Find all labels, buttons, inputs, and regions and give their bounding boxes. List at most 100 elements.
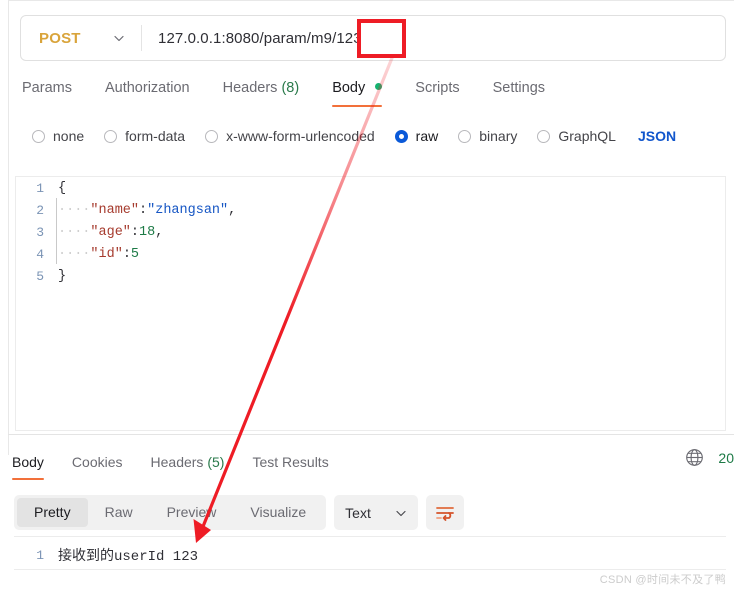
watermark: CSDN @时间未不及了鸭 xyxy=(599,574,726,586)
tab-body[interactable]: Body xyxy=(332,78,399,107)
code-text: ····"id":5 xyxy=(58,247,139,262)
response-tab-body[interactable]: Body xyxy=(12,452,44,480)
url-input[interactable]: 127.0.0.1:8080/param/m9/123 xyxy=(142,16,725,60)
view-mode-pretty[interactable]: Pretty xyxy=(17,498,88,527)
tab-body-active-underline xyxy=(332,105,383,107)
code-token: "id" xyxy=(90,246,123,262)
left-divider xyxy=(8,0,9,455)
line-number: 4 xyxy=(36,246,44,262)
chevron-down-icon xyxy=(396,510,406,516)
view-mode-preview[interactable]: Preview xyxy=(150,498,234,527)
response-view-toolbar: Pretty Raw Preview Visualize Text xyxy=(14,495,465,530)
code-line: 2 ····"name":"zhangsan", xyxy=(16,199,725,221)
response-tab-headers-count: (5) xyxy=(207,454,225,470)
response-tab-test-results[interactable]: Test Results xyxy=(252,452,328,472)
line-number: 5 xyxy=(36,268,44,284)
line-number: 1 xyxy=(36,180,44,196)
radio-raw[interactable]: raw xyxy=(394,128,438,144)
view-mode-visualize[interactable]: Visualize xyxy=(233,498,323,527)
tab-scripts[interactable]: Scripts xyxy=(415,78,476,98)
code-text: ····"name":"zhangsan", xyxy=(58,203,236,218)
tab-headers-label: Headers xyxy=(222,80,278,96)
view-mode-raw[interactable]: Raw xyxy=(88,498,150,527)
code-token: : xyxy=(139,202,148,218)
code-token: , xyxy=(155,224,164,240)
code-indent-dots: ···· xyxy=(58,246,91,262)
tab-authorization[interactable]: Authorization xyxy=(105,78,207,98)
response-bottom-divider xyxy=(14,569,726,570)
code-text: } xyxy=(58,269,66,284)
code-token: } xyxy=(58,268,67,284)
tab-settings-label: Settings xyxy=(492,80,546,96)
code-line: 1 { xyxy=(16,177,725,199)
radio-none[interactable]: none xyxy=(32,128,84,144)
code-line: 5 } xyxy=(16,265,725,287)
radio-form-data[interactable]: form-data xyxy=(104,128,185,144)
code-line: 3 ····"age":18, xyxy=(16,221,725,243)
response-line: 1 接收到的userId 123 xyxy=(14,537,726,568)
code-token: 5 xyxy=(130,246,140,262)
http-method-select[interactable]: POST xyxy=(21,16,141,60)
tab-body-label: Body xyxy=(332,80,366,96)
radio-x-www-form-urlencoded[interactable]: x-www-form-urlencoded xyxy=(205,128,375,144)
radio-none-label: none xyxy=(53,128,85,144)
tab-headers[interactable]: Headers (8) xyxy=(223,78,317,98)
response-tab-body-active-underline xyxy=(12,478,44,480)
tab-headers-count: (8) xyxy=(281,80,300,96)
request-tabs: Params Authorization Headers (8) Body Sc… xyxy=(20,78,578,114)
response-divider xyxy=(8,434,734,435)
response-format-select[interactable]: Text xyxy=(334,495,419,530)
chevron-down-icon xyxy=(114,35,124,42)
code-token: "age" xyxy=(90,224,131,240)
url-text-prefix: 127.0.0.1:8080/param/m9/ xyxy=(158,29,337,47)
response-tab-test-results-label: Test Results xyxy=(252,454,329,470)
code-token: , xyxy=(228,202,237,218)
response-body-viewer[interactable]: 1 接收到的userId 123 xyxy=(14,536,726,570)
code-token: : xyxy=(122,246,131,262)
url-text-highlight: 123 xyxy=(336,29,362,47)
response-status-area: 20 xyxy=(685,448,734,467)
code-indent-dots: ···· xyxy=(58,202,91,218)
view-mode-segmented-control: Pretty Raw Preview Visualize xyxy=(14,495,327,530)
response-tab-cookies-label: Cookies xyxy=(71,454,123,470)
radio-graphql[interactable]: GraphQL xyxy=(537,128,616,144)
radio-binary-mark xyxy=(458,129,472,143)
response-format-label: Text xyxy=(345,504,371,521)
tab-scripts-label: Scripts xyxy=(415,80,460,96)
response-tab-body-label: Body xyxy=(12,454,44,470)
radio-none-mark xyxy=(32,129,45,143)
code-token: : xyxy=(130,224,140,240)
radio-graphql-label: GraphQL xyxy=(558,128,616,144)
response-tab-headers[interactable]: Headers (5) xyxy=(151,452,225,472)
response-tabs: Body Cookies Headers (5) Test Results xyxy=(12,452,357,480)
top-divider xyxy=(8,0,734,1)
http-method-label: POST xyxy=(39,29,81,47)
code-line: 4 ····"id":5 xyxy=(16,243,725,265)
indent-guide xyxy=(56,198,57,264)
body-type-radio-group: none form-data x-www-form-urlencoded raw… xyxy=(32,128,676,144)
radio-urlencoded-label: x-www-form-urlencoded xyxy=(226,128,375,144)
radio-binary-label: binary xyxy=(479,128,518,144)
raw-format-select[interactable]: JSON xyxy=(638,128,676,144)
word-wrap-icon xyxy=(436,506,455,521)
radio-binary[interactable]: binary xyxy=(458,128,517,144)
word-wrap-toggle[interactable] xyxy=(426,495,465,530)
code-token: "zhangsan" xyxy=(147,202,229,218)
response-line-text: 接收到的userId 123 xyxy=(58,549,199,565)
globe-icon[interactable] xyxy=(685,448,704,467)
code-token: 18 xyxy=(139,224,156,240)
code-indent-dots: ···· xyxy=(58,224,91,240)
code-token: "name" xyxy=(90,202,140,218)
tab-params[interactable]: Params xyxy=(22,78,89,98)
radio-raw-mark xyxy=(394,129,408,143)
request-body-editor[interactable]: 1 { 2 ····"name":"zhangsan", 3 ····"age"… xyxy=(15,176,726,431)
response-tab-headers-label: Headers xyxy=(150,454,204,470)
radio-urlencoded-mark xyxy=(205,129,219,143)
radio-graphql-mark xyxy=(537,129,551,143)
response-line-number: 1 xyxy=(36,547,44,563)
tab-settings[interactable]: Settings xyxy=(493,78,562,98)
response-tab-cookies[interactable]: Cookies xyxy=(72,452,123,472)
url-bar: POST 127.0.0.1:8080/param/m9/123 xyxy=(20,15,726,61)
code-token: { xyxy=(58,180,67,196)
tab-params-label: Params xyxy=(22,80,72,96)
